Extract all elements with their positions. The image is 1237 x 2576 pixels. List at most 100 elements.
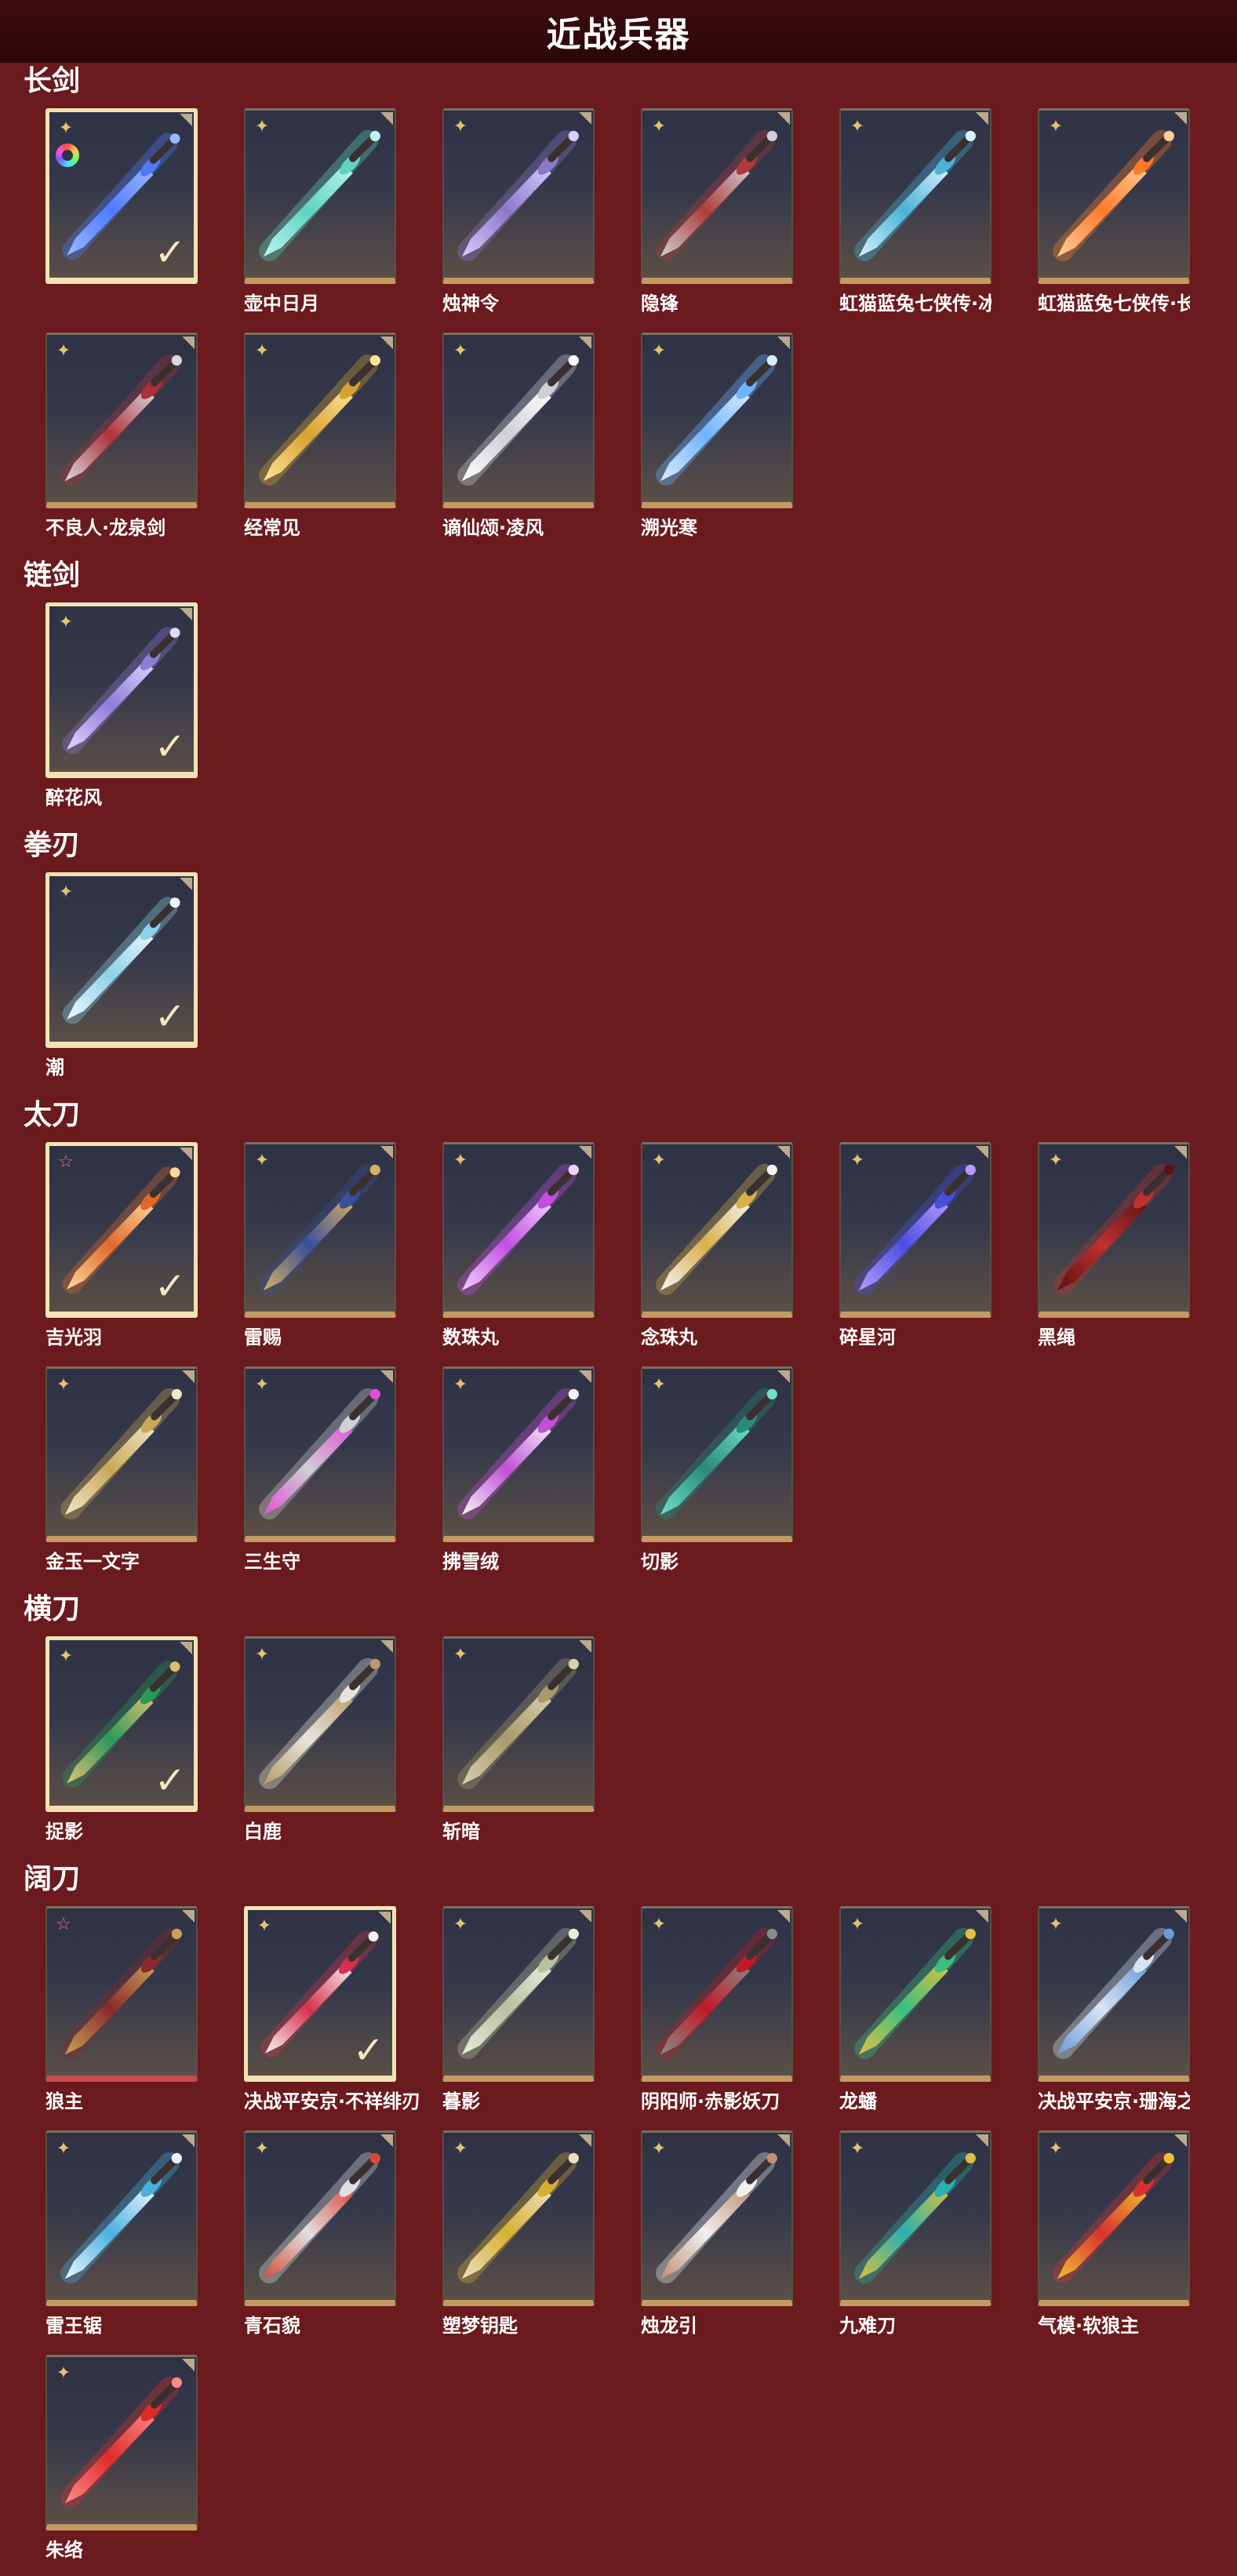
weapon-name: 数珠丸 — [442, 1326, 499, 1348]
weapon-card[interactable]: ✦ 虹猫蓝兔七侠传·冰魄剑 — [839, 108, 991, 315]
weapon-card[interactable]: ✦ 朱络 — [45, 2355, 198, 2562]
color-wheel-icon[interactable] — [56, 144, 79, 167]
corner-tag-icon — [973, 112, 988, 128]
weapon-thumbnail[interactable]: ✦ — [442, 1636, 595, 1812]
weapon-card[interactable]: ✦ 龙蟠 — [839, 1906, 991, 2113]
weapon-thumbnail[interactable]: ✦ — [1038, 1142, 1190, 1318]
weapon-name: 气模·软狼主 — [1038, 2315, 1140, 2337]
weapon-card[interactable]: ✦ 九难刀 — [839, 2130, 991, 2338]
weapon-card[interactable]: ✦ 烛神令 — [442, 108, 595, 315]
weapon-card[interactable]: ✦ 白鹿 — [244, 1636, 396, 1843]
weapon-name: 暮影 — [442, 2090, 480, 2112]
weapon-thumbnail[interactable]: ✦ — [1038, 2130, 1190, 2306]
weapon-thumbnail[interactable]: ✦ — [641, 1366, 793, 1542]
weapon-thumbnail[interactable]: ✦ — [244, 2130, 396, 2306]
checkmark-icon: ✓ — [154, 725, 186, 769]
weapon-card[interactable]: ✦ 金玉一文字 — [45, 1366, 198, 1574]
weapon-card[interactable]: ☆ ✓ 吉光羽 — [45, 1142, 198, 1349]
weapon-name: 狼主 — [45, 2090, 83, 2112]
weapon-thumbnail[interactable]: ✦ — [45, 333, 198, 508]
weapon-card[interactable]: ✦ 黑绳 — [1038, 1142, 1190, 1349]
weapon-thumbnail[interactable]: ✦ — [442, 108, 595, 284]
checkmark-icon: ✓ — [154, 995, 186, 1039]
weapon-card[interactable]: ✦ 阴阳师·赤影妖刀 — [641, 1906, 793, 2113]
weapon-card[interactable]: ✦ ✓ 决战平安京·不祥绯刃 — [244, 1906, 421, 2113]
weapon-card[interactable]: ✦ ✓ — [45, 108, 198, 284]
weapon-thumbnail[interactable]: ✦ — [244, 108, 396, 284]
weapon-card[interactable]: ✦ 壶中日月 — [244, 108, 396, 315]
weapon-thumbnail[interactable]: ☆ ✓ — [45, 1142, 198, 1318]
weapon-thumbnail[interactable]: ✦ ✓ — [244, 1906, 396, 2082]
gold-rarity-icon: ✦ — [56, 341, 71, 361]
gold-rarity-icon: ✦ — [850, 1151, 865, 1170]
corner-tag-icon — [576, 112, 591, 128]
weapon-card[interactable]: ✦ 三生守 — [244, 1366, 396, 1574]
weapon-card[interactable]: ✦ 溯光寒 — [641, 333, 793, 540]
weapon-name: 决战平安京·不祥绯刃 — [244, 2090, 421, 2112]
weapon-card[interactable]: ✦ 不良人·龙泉剑 — [45, 333, 198, 540]
weapon-thumbnail[interactable]: ✦ — [244, 333, 396, 508]
weapon-thumbnail[interactable]: ✦ ✓ — [45, 108, 198, 284]
weapon-thumbnail[interactable]: ✦ — [641, 2130, 793, 2306]
weapon-thumbnail[interactable]: ✦ — [641, 1142, 793, 1318]
weapon-thumbnail[interactable]: ✦ — [45, 1366, 198, 1542]
weapon-card[interactable]: ✦ ✓ 捉影 — [45, 1636, 198, 1843]
weapon-card[interactable]: ✦ 谪仙颂·凌风 — [442, 333, 595, 540]
weapon-card[interactable]: ✦ 虹猫蓝兔七侠传·长虹剑 — [1038, 108, 1190, 315]
weapon-thumbnail[interactable]: ✦ — [45, 2355, 198, 2531]
page-title: 近战兵器 — [546, 15, 691, 55]
weapon-card[interactable]: ✦ ✓ 潮 — [45, 872, 198, 1079]
weapon-name: 壶中日月 — [244, 293, 319, 315]
weapon-card[interactable]: ✦ 斩暗 — [442, 1636, 595, 1843]
weapon-card[interactable]: ✦ 塑梦钥匙 — [442, 2130, 595, 2338]
weapon-thumbnail[interactable]: ✦ — [839, 1142, 991, 1318]
weapon-thumbnail[interactable]: ✦ — [244, 1636, 396, 1812]
weapon-card[interactable]: ✦ 暮影 — [442, 1906, 595, 2113]
gold-rarity-icon: ✦ — [254, 1375, 270, 1395]
weapon-name: 决战平安京·珊海之刃 — [1038, 2090, 1190, 2112]
weapon-card[interactable]: ✦ ✓ 醉花风 — [45, 602, 198, 810]
weapon-name: 阴阳师·赤影妖刀 — [641, 2090, 780, 2112]
weapon-card[interactable]: ☆ 狼主 — [45, 1906, 198, 2113]
weapon-thumbnail[interactable]: ✦ — [641, 333, 793, 508]
weapon-thumbnail[interactable]: ✦ ✓ — [45, 1636, 198, 1812]
weapon-thumbnail[interactable]: ✦ — [45, 2130, 198, 2306]
weapon-thumbnail[interactable]: ✦ — [1038, 108, 1190, 284]
weapon-thumbnail[interactable]: ✦ — [442, 1906, 595, 2082]
weapon-thumbnail[interactable]: ✦ — [1038, 1906, 1190, 2082]
weapon-card[interactable]: ✦ 切影 — [641, 1366, 793, 1574]
weapon-thumbnail[interactable]: ✦ — [442, 1142, 595, 1318]
weapon-thumbnail[interactable]: ✦ — [442, 2130, 595, 2306]
corner-tag-icon — [576, 1640, 591, 1656]
weapon-card[interactable]: ✦ 青石貌 — [244, 2130, 396, 2338]
weapon-thumbnail[interactable]: ✦ — [244, 1366, 396, 1542]
weapon-thumbnail[interactable]: ✦ — [641, 108, 793, 284]
weapon-card[interactable]: ✦ 雷王锯 — [45, 2130, 198, 2338]
weapon-thumbnail[interactable]: ✦ — [442, 333, 595, 508]
weapon-thumbnail[interactable]: ✦ — [839, 108, 991, 284]
weapon-card[interactable]: ✦ 经常见 — [244, 333, 396, 540]
weapon-card[interactable]: ✦ 决战平安京·珊海之刃 — [1038, 1906, 1190, 2113]
weapon-card[interactable]: ✦ 烛龙引 — [641, 2130, 793, 2338]
weapon-card[interactable]: ✦ 碎星河 — [839, 1142, 991, 1349]
weapon-card[interactable]: ✦ 气模·软狼主 — [1038, 2130, 1190, 2338]
weapon-thumbnail[interactable]: ☆ — [45, 1906, 198, 2082]
weapon-thumbnail[interactable]: ✦ — [641, 1906, 793, 2082]
corner-tag-icon — [176, 114, 192, 129]
weapon-card[interactable]: ✦ 念珠丸 — [641, 1142, 793, 1349]
weapon-card[interactable]: ✦ 数珠丸 — [442, 1142, 595, 1349]
corner-tag-icon — [377, 1146, 393, 1162]
weapon-thumbnail[interactable]: ✦ ✓ — [45, 872, 198, 1048]
weapon-thumbnail[interactable]: ✦ — [839, 1906, 991, 2082]
weapon-thumbnail[interactable]: ✦ — [839, 2130, 991, 2306]
corner-tag-icon — [377, 2134, 393, 2150]
weapon-card[interactable]: ✦ 隐锋 — [641, 108, 793, 315]
weapon-thumbnail[interactable]: ✦ ✓ — [45, 602, 198, 778]
gold-rarity-icon: ✦ — [56, 2139, 71, 2159]
weapon-thumbnail[interactable]: ✦ — [244, 1142, 396, 1318]
weapon-card[interactable]: ✦ 雷赐 — [244, 1142, 396, 1349]
weapon-thumbnail[interactable]: ✦ — [442, 1366, 595, 1542]
section-title: 太刀 — [24, 1099, 81, 1131]
weapon-card[interactable]: ✦ 拂雪绒 — [442, 1366, 595, 1574]
checkmark-icon: ✓ — [154, 231, 186, 275]
